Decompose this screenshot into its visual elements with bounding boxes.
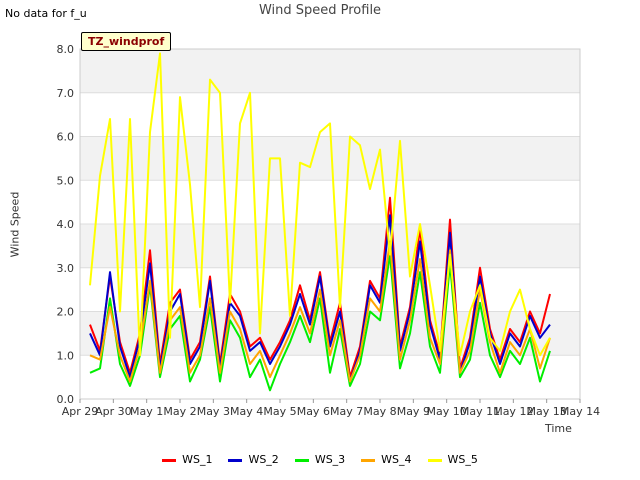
chart-canvas: 0.01.02.03.04.05.06.07.08.0 Apr 29Apr 30… (57, 43, 601, 418)
y-axis-label: Wind Speed (8, 191, 22, 258)
y-tick-label: 4.0 (57, 218, 75, 231)
x-tick-label: May 5 (263, 405, 296, 418)
y-tick-label: 7.0 (57, 87, 75, 100)
x-tick-label: May 9 (397, 405, 430, 418)
legend-item-ws-2: WS_2 (228, 453, 279, 466)
legend-swatch (361, 458, 376, 462)
legend-swatch (294, 458, 309, 462)
legend-item-ws-4: WS_4 (361, 453, 412, 466)
background-band (80, 136, 580, 181)
x-tick-label: Apr 29 (62, 405, 99, 418)
legend-item-ws-5: WS_5 (427, 453, 478, 466)
x-tick-label: May 2 (163, 405, 196, 418)
x-tick-label: May 7 (330, 405, 363, 418)
y-tick-label: 3.0 (57, 262, 75, 275)
legend-item-ws-1: WS_1 (162, 453, 212, 466)
x-tick-label: Apr 30 (95, 405, 132, 418)
legend-swatch (427, 458, 442, 462)
x-axis-ticks: Apr 29Apr 30May 1 May 2 May 3 May 4 May 5 May… (62, 399, 600, 418)
y-tick-label: 1.0 (57, 349, 75, 362)
x-tick-label: May 1 (130, 405, 163, 418)
y-tick-label: 2.0 (57, 306, 75, 319)
legend-label: WS_5 (447, 453, 478, 466)
legend-swatch (162, 458, 177, 462)
y-tick-label: 6.0 (57, 131, 75, 144)
legend-item-ws-3: WS_3 (294, 453, 346, 466)
x-tick-label: May 3 (197, 405, 230, 418)
y-tick-label: 8.0 (57, 43, 75, 56)
legend-label: WS_1 (182, 453, 213, 466)
y-axis-ticks: 0.01.02.03.04.05.06.07.08.0 (57, 43, 75, 406)
legend-label: WS_2 (248, 453, 279, 466)
x-tick-label: May 8 (363, 405, 396, 418)
x-tick-label: May 4 (230, 405, 263, 418)
chart-title: Wind Speed Profile (258, 3, 382, 18)
legend: WS_1 WS_2 WS_3 WS_4 WS_5 (0, 453, 640, 466)
background-band (80, 224, 580, 268)
legend-label: WS_3 (314, 453, 346, 466)
x-axis-label: Time (545, 422, 572, 435)
legend-swatch (228, 458, 243, 462)
y-tick-label: 5.0 (57, 174, 75, 187)
x-tick-label: May 6 (297, 405, 330, 418)
x-tick-label: May 14 (560, 405, 600, 418)
legend-label: WS_4 (381, 453, 412, 466)
site-badge: TZ_windprof (81, 32, 172, 51)
